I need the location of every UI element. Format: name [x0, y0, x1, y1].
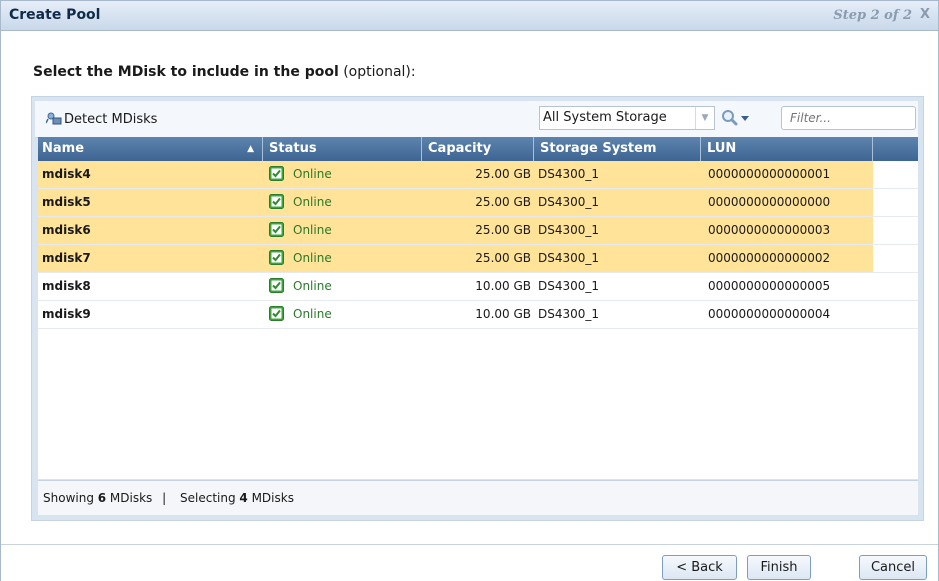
- cell-status-label: Online: [293, 307, 332, 321]
- cell-storage-system: DS4300_1: [538, 251, 600, 265]
- dialog-title: Create Pool: [9, 7, 101, 23]
- column-header-name[interactable]: Name ▲: [38, 137, 263, 161]
- table-row[interactable]: mdisk7 Online 25.00 GB DS4300_1 000000000000…: [38, 245, 918, 273]
- cancel-button[interactable]: Cancel: [859, 555, 927, 580]
- cell-storage-system: DS4300_1: [538, 167, 600, 181]
- cell-name: mdisk7: [42, 251, 91, 265]
- detect-mdisks-button[interactable]: Detect MDisks: [46, 112, 157, 127]
- sort-ascending-icon: ▲: [247, 144, 254, 154]
- dialog-button-bar: < Back Finish Cancel: [1, 544, 938, 581]
- cell-name: mdisk6: [42, 223, 91, 237]
- cell-capacity: 25.00 GB: [475, 195, 531, 209]
- cell-lun: 0000000000000001: [708, 167, 831, 181]
- cell-status-label: Online: [293, 279, 332, 293]
- cell-capacity: 10.00 GB: [475, 279, 531, 293]
- online-check-icon: [269, 166, 284, 181]
- column-header-capacity[interactable]: Capacity: [424, 137, 534, 161]
- back-button[interactable]: < Back: [662, 555, 737, 580]
- table-row[interactable]: mdisk5 Online 25.00 GB DS4300_1 000000000000…: [38, 189, 918, 217]
- table-row-cells: mdisk4 Online 25.00 GB DS4300_1 000000000000…: [38, 161, 873, 188]
- cell-lun: 0000000000000005: [708, 279, 831, 293]
- cell-status: Online: [269, 217, 332, 244]
- footer-separator: |: [162, 491, 167, 505]
- table-row[interactable]: mdisk4 Online 25.00 GB DS4300_1 000000000000…: [38, 161, 918, 189]
- cell-capacity: 25.00 GB: [475, 223, 531, 237]
- cell-storage-system: DS4300_1: [538, 195, 600, 209]
- instruction-text: Select the MDisk to include in the pool …: [33, 64, 416, 80]
- grid-toolbar: Detect MDisks All System Storage ▼: [35, 101, 918, 138]
- cell-name: mdisk4: [42, 167, 91, 181]
- table-header: Name ▲ Status Capacity Storage System LU…: [38, 137, 918, 161]
- cell-status-label: Online: [293, 251, 332, 265]
- cell-lun: 0000000000000002: [708, 251, 831, 265]
- cell-name: mdisk5: [42, 195, 91, 209]
- column-header-status[interactable]: Status: [265, 137, 422, 161]
- cell-storage-system: DS4300_1: [538, 307, 600, 321]
- mdisk-table: Name ▲ Status Capacity Storage System LU…: [38, 137, 918, 479]
- cell-status: Online: [269, 273, 332, 300]
- cell-capacity: 25.00 GB: [475, 167, 531, 181]
- table-row[interactable]: mdisk9 Online 10.00 GB DS4300_1 000000000000…: [38, 301, 918, 329]
- cell-capacity: 25.00 GB: [475, 251, 531, 265]
- finish-button[interactable]: Finish: [747, 555, 811, 580]
- instruction-bold: Select the MDisk to include in the pool: [33, 64, 339, 80]
- cell-lun: 0000000000000000: [708, 195, 831, 209]
- detect-mdisks-icon: [46, 112, 62, 125]
- detect-mdisks-label: Detect MDisks: [64, 112, 158, 127]
- cell-storage-system: DS4300_1: [538, 223, 600, 237]
- cell-name: mdisk9: [42, 307, 91, 321]
- column-header-storage-system[interactable]: Storage System: [536, 137, 701, 161]
- search-options-button[interactable]: [721, 108, 751, 128]
- cell-status-label: Online: [293, 195, 332, 209]
- search-icon: [722, 110, 749, 126]
- online-check-icon: [269, 278, 284, 293]
- online-check-icon: [269, 306, 284, 321]
- column-header-lun[interactable]: LUN: [703, 137, 873, 161]
- cell-name: mdisk8: [42, 279, 91, 293]
- cell-capacity: 10.00 GB: [475, 307, 531, 321]
- online-check-icon: [269, 250, 284, 265]
- cell-status-label: Online: [293, 223, 332, 237]
- column-header-name-label: Name: [42, 141, 85, 156]
- online-check-icon: [269, 222, 284, 237]
- online-check-icon: [269, 194, 284, 209]
- cell-status: Online: [269, 245, 332, 272]
- table-status-bar: Showing 6 MDisks | Selecting 4 MDisks: [38, 480, 918, 515]
- instruction-optional: (optional):: [338, 64, 416, 80]
- cell-lun: 0000000000000003: [708, 223, 831, 237]
- dialog-titlebar: Create Pool Step 2 of 2 X: [1, 1, 938, 31]
- create-pool-dialog: Create Pool Step 2 of 2 X Select the MDi…: [0, 0, 939, 581]
- chevron-down-icon: ▼: [695, 107, 714, 129]
- filter-input[interactable]: [781, 106, 916, 130]
- table-row-cells: mdisk5 Online 25.00 GB DS4300_1 000000000000…: [38, 189, 873, 216]
- showing-count-text: Showing 6 MDisks: [43, 491, 153, 505]
- table-row-cells: mdisk6 Online 25.00 GB DS4300_1 000000000000…: [38, 217, 873, 244]
- table-row[interactable]: mdisk6 Online 25.00 GB DS4300_1 000000000000…: [38, 217, 918, 245]
- close-icon[interactable]: X: [920, 7, 930, 22]
- mdisk-panel: Detect MDisks All System Storage ▼ Name …: [31, 96, 924, 521]
- cell-storage-system: DS4300_1: [538, 279, 600, 293]
- table-row-cells: mdisk7 Online 25.00 GB DS4300_1 000000000000…: [38, 245, 873, 272]
- storage-system-select-value: All System Storage: [543, 110, 667, 125]
- selecting-count-text: Selecting 4 MDisks: [180, 491, 294, 505]
- storage-system-select[interactable]: All System Storage ▼: [539, 106, 715, 130]
- cell-status: Online: [269, 189, 332, 216]
- cell-status: Online: [269, 301, 332, 328]
- cell-status: Online: [269, 161, 332, 188]
- cell-lun: 0000000000000004: [708, 307, 831, 321]
- step-indicator: Step 2 of 2: [833, 8, 912, 23]
- table-row-cells: mdisk8 Online 10.00 GB DS4300_1 000000000000…: [38, 273, 873, 300]
- cell-status-label: Online: [293, 167, 332, 181]
- table-row-cells: mdisk9 Online 10.00 GB DS4300_1 000000000000…: [38, 301, 873, 328]
- table-row[interactable]: mdisk8 Online 10.00 GB DS4300_1 000000000000…: [38, 273, 918, 301]
